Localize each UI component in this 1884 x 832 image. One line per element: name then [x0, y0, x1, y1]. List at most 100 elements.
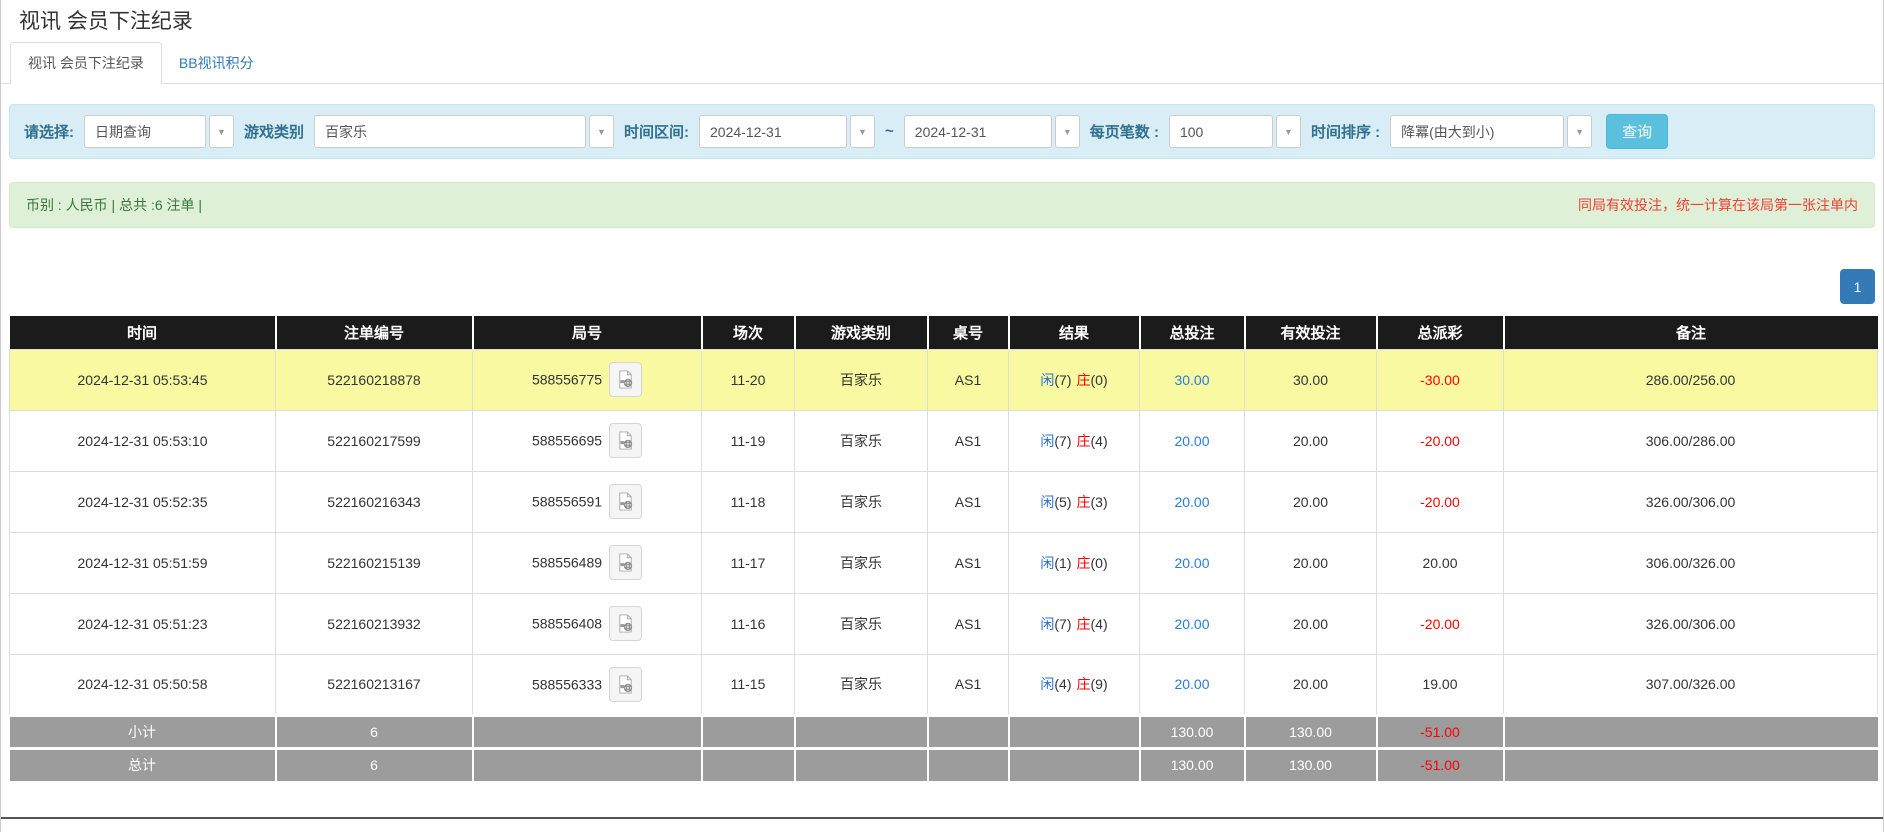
- round-id-value: 588556591: [532, 494, 602, 510]
- summary-bar: 币别 : 人民币 | 总共 :6 注单 | 同局有效投注，统一计算在该局第一张注…: [9, 182, 1875, 228]
- banker-result-label: 庄: [1077, 372, 1091, 388]
- payout-cell: -20.00: [1377, 471, 1504, 532]
- chevron-down-icon[interactable]: ▼: [1567, 115, 1592, 148]
- table-row: 2024-12-31 05:52:35 522160216343 5885565…: [10, 471, 1878, 532]
- bet-id-cell: 522160213167: [276, 654, 473, 715]
- content-bottom-divider: [1, 817, 1883, 819]
- footer-empty-cell: [702, 715, 795, 748]
- date-from-value: 2024-12-31: [699, 115, 847, 148]
- film-document-icon: [616, 614, 635, 633]
- tab-betting-records[interactable]: 视讯 会员下注纪录: [10, 42, 162, 84]
- date-from-select[interactable]: 2024-12-31 ▼: [699, 115, 875, 148]
- table-row: 2024-12-31 05:51:59 522160215139 5885564…: [10, 532, 1878, 593]
- chevron-down-icon[interactable]: ▼: [1276, 115, 1301, 148]
- chevron-down-icon[interactable]: ▼: [589, 115, 614, 148]
- time-cell: 2024-12-31 05:51:23: [10, 593, 276, 654]
- time-cell: 2024-12-31 05:53:10: [10, 410, 276, 471]
- sort-select[interactable]: 降冪(由大到小) ▼: [1390, 115, 1592, 148]
- table-row: 2024-12-31 05:51:23 522160213932 5885564…: [10, 593, 1878, 654]
- game-type-value: 百家乐: [314, 115, 586, 148]
- bet-id-cell: 522160215139: [276, 532, 473, 593]
- video-replay-button[interactable]: [609, 545, 642, 580]
- table-no-cell: AS1: [928, 532, 1009, 593]
- sort-value: 降冪(由大到小): [1390, 115, 1564, 148]
- payout-cell: -20.00: [1377, 410, 1504, 471]
- subtotal-row: 小计 6 130.00 130.00 -51.00: [10, 715, 1878, 748]
- chevron-down-icon[interactable]: ▼: [209, 115, 234, 148]
- records-table-container: 时间 注单编号 局号 场次 游戏类别 桌号 结果 总投注 有效投注 总派彩 备注…: [9, 316, 1875, 781]
- time-cell: 2024-12-31 05:53:45: [10, 349, 276, 410]
- session-cell: 11-17: [702, 532, 795, 593]
- video-replay-button[interactable]: [609, 484, 642, 519]
- table-row: 2024-12-31 05:50:58 522160213167 5885563…: [10, 654, 1878, 715]
- tab-bb-video-points[interactable]: BB视讯积分: [162, 43, 271, 83]
- footer-empty-cell: [473, 748, 702, 781]
- date-to-value: 2024-12-31: [904, 115, 1052, 148]
- remark-cell: 326.00/306.00: [1504, 471, 1878, 532]
- valid-bet-cell: 20.00: [1245, 593, 1377, 654]
- table-no-cell: AS1: [928, 471, 1009, 532]
- banker-result-score: (4): [1091, 433, 1108, 449]
- bet-id-cell: 522160217599: [276, 410, 473, 471]
- total-bet-link[interactable]: 20.00: [1174, 616, 1209, 632]
- subtotal-payout: -51.00: [1377, 715, 1504, 748]
- total-bet-link[interactable]: 20.00: [1174, 676, 1209, 692]
- page: 视讯 会员下注纪录 视讯 会员下注纪录 BB视讯积分 请选择: 日期查询 ▼ 游…: [0, 0, 1884, 832]
- total-bet-cell: 30.00: [1140, 349, 1245, 410]
- result-cell: 闲(7)庄(4): [1009, 593, 1140, 654]
- grand-total-count: 6: [276, 748, 473, 781]
- video-replay-button[interactable]: [609, 423, 642, 458]
- player-result-score: (4): [1054, 676, 1071, 692]
- valid-bet-cell: 20.00: [1245, 654, 1377, 715]
- video-replay-button[interactable]: [609, 667, 642, 702]
- round-id-value: 588556408: [532, 616, 602, 632]
- video-replay-button[interactable]: [609, 606, 642, 641]
- video-replay-button[interactable]: [609, 362, 642, 397]
- footer-empty-cell: [1504, 715, 1878, 748]
- query-type-value: 日期查询: [84, 115, 206, 148]
- total-bet-link[interactable]: 20.00: [1174, 433, 1209, 449]
- currency-summary: 币别 : 人民币 | 总共 :6 注单 |: [26, 195, 202, 215]
- total-bet-link[interactable]: 20.00: [1174, 555, 1209, 571]
- remark-cell: 326.00/306.00: [1504, 593, 1878, 654]
- page-size-value: 100: [1169, 115, 1273, 148]
- page-size-select[interactable]: 100 ▼: [1169, 115, 1301, 148]
- player-result-label: 闲: [1040, 616, 1054, 632]
- sort-label: 时间排序 :: [1311, 121, 1380, 142]
- game-type-cell: 百家乐: [795, 654, 928, 715]
- search-button[interactable]: 查询: [1606, 114, 1668, 149]
- table-header: 时间 注单编号 局号 场次 游戏类别 桌号 结果 总投注 有效投注 总派彩 备注: [10, 316, 1878, 349]
- banker-result-score: (4): [1091, 616, 1108, 632]
- column-header-table-no: 桌号: [928, 316, 1009, 349]
- column-header-game-type: 游戏类别: [795, 316, 928, 349]
- film-document-icon: [616, 675, 635, 694]
- date-to-select[interactable]: 2024-12-31 ▼: [904, 115, 1080, 148]
- player-result-score: (7): [1054, 616, 1071, 632]
- footer-empty-cell: [1009, 748, 1140, 781]
- result-cell: 闲(5)庄(3): [1009, 471, 1140, 532]
- result-cell: 闲(4)庄(9): [1009, 654, 1140, 715]
- valid-bet-cell: 20.00: [1245, 532, 1377, 593]
- page-1-button[interactable]: 1: [1840, 269, 1875, 304]
- time-range-label: 时间区间:: [624, 121, 689, 142]
- round-id-value: 588556333: [532, 676, 602, 692]
- total-bet-link[interactable]: 20.00: [1174, 494, 1209, 510]
- banker-result-label: 庄: [1077, 494, 1091, 510]
- footer-empty-cell: [928, 715, 1009, 748]
- payout-cell: -20.00: [1377, 593, 1504, 654]
- chevron-down-icon[interactable]: ▼: [850, 115, 875, 148]
- game-type-select[interactable]: 百家乐 ▼: [314, 115, 614, 148]
- chevron-down-icon[interactable]: ▼: [1055, 115, 1080, 148]
- payout-cell: 20.00: [1377, 532, 1504, 593]
- round-id-cell: 588556775: [473, 349, 702, 410]
- total-bet-link[interactable]: 30.00: [1174, 372, 1209, 388]
- payout-cell: 19.00: [1377, 654, 1504, 715]
- total-bet-cell: 20.00: [1140, 654, 1245, 715]
- player-result-score: (5): [1054, 494, 1071, 510]
- total-bet-cell: 20.00: [1140, 410, 1245, 471]
- query-type-select[interactable]: 日期查询 ▼: [84, 115, 234, 148]
- subtotal-valid-bet: 130.00: [1245, 715, 1377, 748]
- session-cell: 11-18: [702, 471, 795, 532]
- player-result-label: 闲: [1040, 555, 1054, 571]
- game-type-cell: 百家乐: [795, 532, 928, 593]
